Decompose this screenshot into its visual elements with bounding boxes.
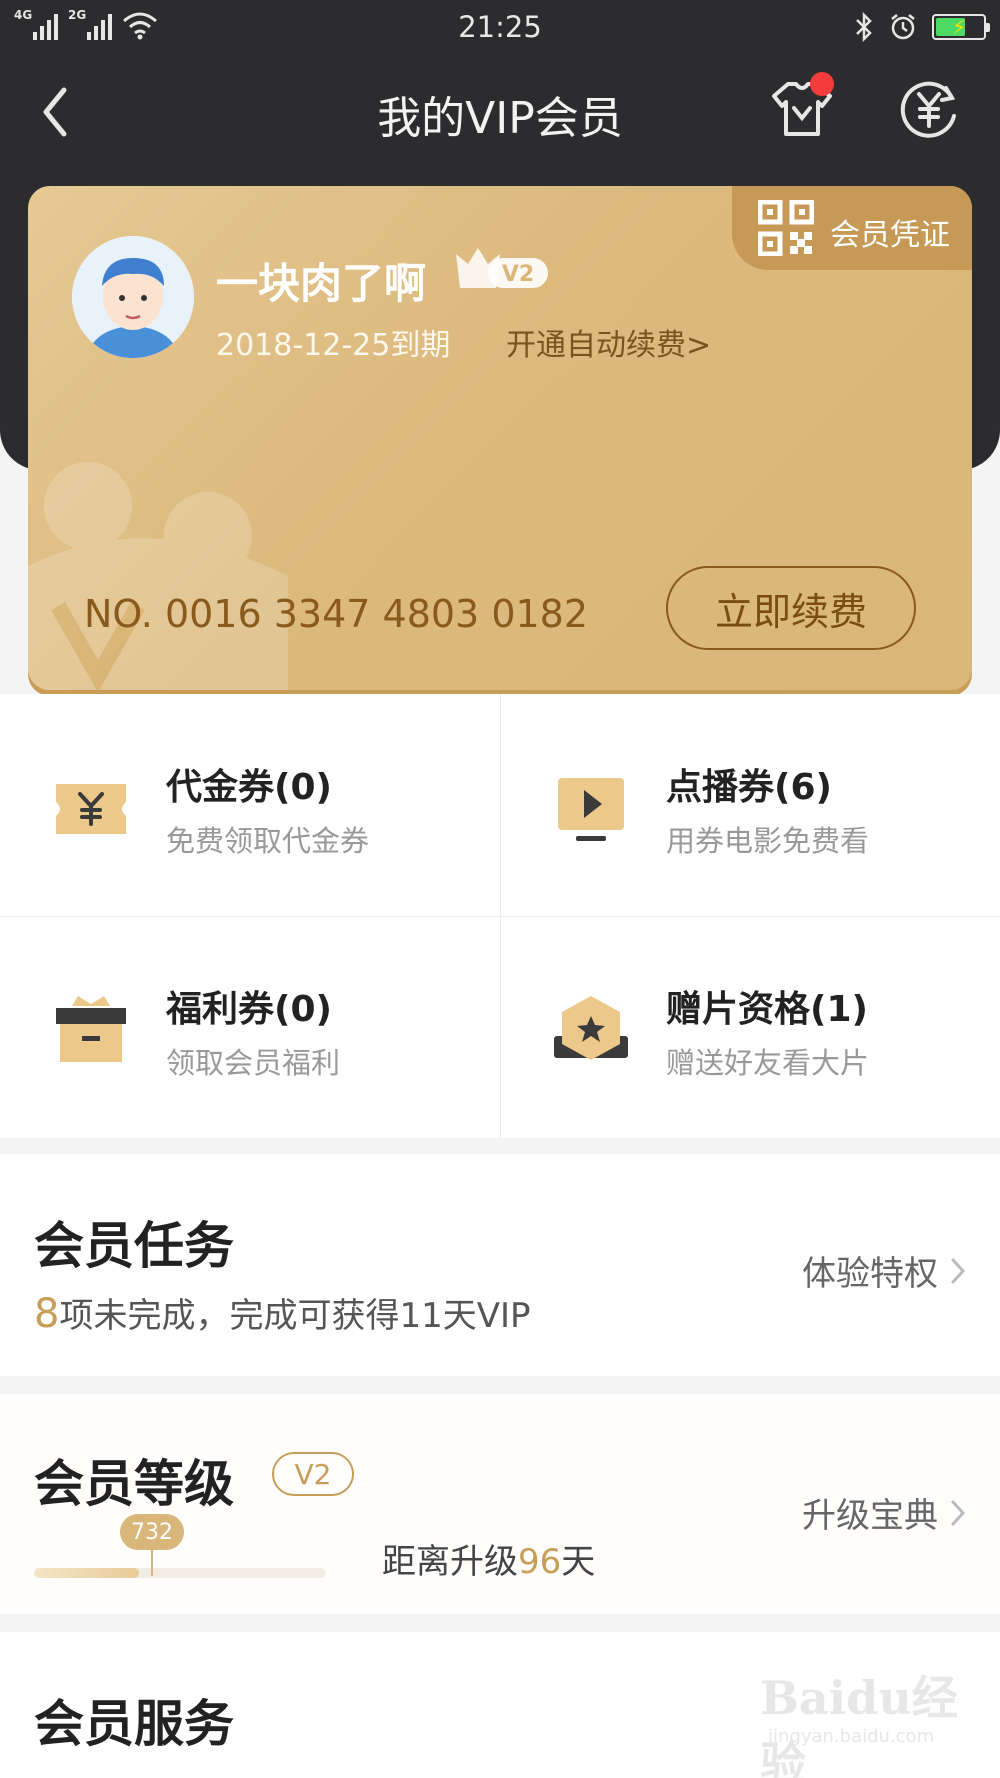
play-screen-icon — [558, 778, 624, 841]
watermark-url: jingyan.baidu.com — [768, 1726, 935, 1747]
member-tasks-section[interactable]: 会员任务 体验特权 8项未完成，完成可获得11天VIP — [0, 1154, 1000, 1376]
baidu-watermark: Baidu经验 jingyan.baidu.com — [760, 1662, 960, 1778]
benefit-welfare[interactable]: 福利券(0) 领取会员福利 — [0, 916, 500, 1138]
status-bar: 4G 2G 21:25 ⚡ — [0, 0, 1000, 56]
yuan-exchange-icon[interactable] — [894, 74, 964, 144]
member-credential-tab[interactable]: 会员凭证 — [732, 186, 972, 270]
upgrade-days: 96 — [518, 1542, 562, 1582]
benefit-subtitle: 免费领取代金券 — [166, 824, 370, 858]
level-badge: V2 — [272, 1452, 354, 1496]
task-count: 8 — [34, 1291, 60, 1337]
vip-card: 会员凭证 一块肉了啊 V2 2018-12-25到期 开通自动续费> NO. 0… — [28, 186, 972, 690]
battery-icon: ⚡ — [932, 14, 990, 40]
avatar[interactable] — [72, 236, 194, 358]
task-summary: 8项未完成，完成可获得11天VIP — [34, 1288, 531, 1337]
benefit-title: 代金券(0) — [166, 767, 332, 808]
qr-code-icon — [758, 200, 814, 256]
star-hexagon-icon — [554, 996, 628, 1060]
watermark-brand: Baidu经验 — [760, 1671, 958, 1778]
renew-button[interactable]: 立即续费 — [666, 566, 916, 650]
benefit-title: 福利券(0) — [166, 989, 332, 1030]
gift-box-icon — [56, 996, 126, 1062]
experience-privilege-label: 体验特权 — [802, 1254, 938, 1294]
page-title: 我的VIP会员 — [377, 93, 623, 144]
member-credential-label: 会员凭证 — [830, 218, 950, 253]
section-title: 会员任务 — [34, 1217, 234, 1275]
yuan-ticket-icon — [56, 784, 126, 834]
benefit-gift-movie[interactable]: 赠片资格(1) 赠送好友看大片 — [500, 916, 1000, 1138]
vip-crown-badge-icon: V2 — [456, 248, 548, 288]
upgrade-countdown: 距离升级96天 — [382, 1534, 595, 1583]
nav-bar: 我的VIP会员 — [0, 60, 1000, 160]
chevron-right-icon — [951, 1500, 966, 1525]
benefit-voucher[interactable]: 代金券(0) 免费领取代金券 — [0, 694, 500, 916]
upgrade-prefix: 距离升级 — [382, 1542, 518, 1582]
benefit-title: 赠片资格(1) — [666, 989, 868, 1030]
section-title: 会员等级 — [34, 1455, 234, 1513]
username: 一块肉了啊 — [216, 259, 427, 308]
vip-level-label: V2 — [502, 262, 534, 287]
upgrade-guide-label: 升级宝典 — [802, 1496, 938, 1536]
level-points-bubble: 732 — [120, 1514, 184, 1550]
level-progress-marker — [151, 1550, 153, 1576]
benefit-on-demand[interactable]: 点播券(6) 用券电影免费看 — [500, 694, 1000, 916]
card-number: NO. 0016 3347 4803 0182 — [84, 592, 589, 636]
chevron-right-icon — [951, 1258, 966, 1283]
member-level-section[interactable]: 会员等级 V2 升级宝典 732 距离升级96天 — [0, 1394, 1000, 1614]
notification-dot — [810, 72, 834, 96]
auto-renew-link[interactable]: 开通自动续费> — [506, 320, 711, 364]
experience-privilege-link[interactable]: 体验特权 — [802, 1246, 966, 1295]
level-progress-bar — [34, 1568, 326, 1578]
bluetooth-icon — [856, 12, 872, 42]
benefit-title: 点播券(6) — [666, 767, 832, 808]
task-description: 项未完成，完成可获得11天VIP — [59, 1296, 531, 1336]
upgrade-guide-link[interactable]: 升级宝典 — [802, 1488, 966, 1537]
benefit-subtitle: 领取会员福利 — [166, 1046, 341, 1080]
status-right: ⚡ — [854, 12, 990, 42]
avatar-face-icon — [72, 236, 194, 358]
upgrade-suffix: 天 — [561, 1542, 596, 1582]
benefit-subtitle: 用券电影免费看 — [666, 824, 870, 858]
benefits-grid: 代金券(0) 免费领取代金券 点播券(6) 用券电影免费看 福利券(0) 领取会… — [0, 694, 1000, 1138]
card-decoration-icon — [28, 462, 288, 690]
level-progress-fill — [34, 1568, 140, 1578]
status-time: 21:25 — [458, 10, 542, 44]
alarm-icon — [891, 14, 915, 40]
expire-date: 2018-12-25到期 — [216, 328, 451, 363]
benefit-subtitle: 赠送好友看大片 — [666, 1046, 870, 1080]
section-title: 会员服务 — [34, 1695, 234, 1753]
